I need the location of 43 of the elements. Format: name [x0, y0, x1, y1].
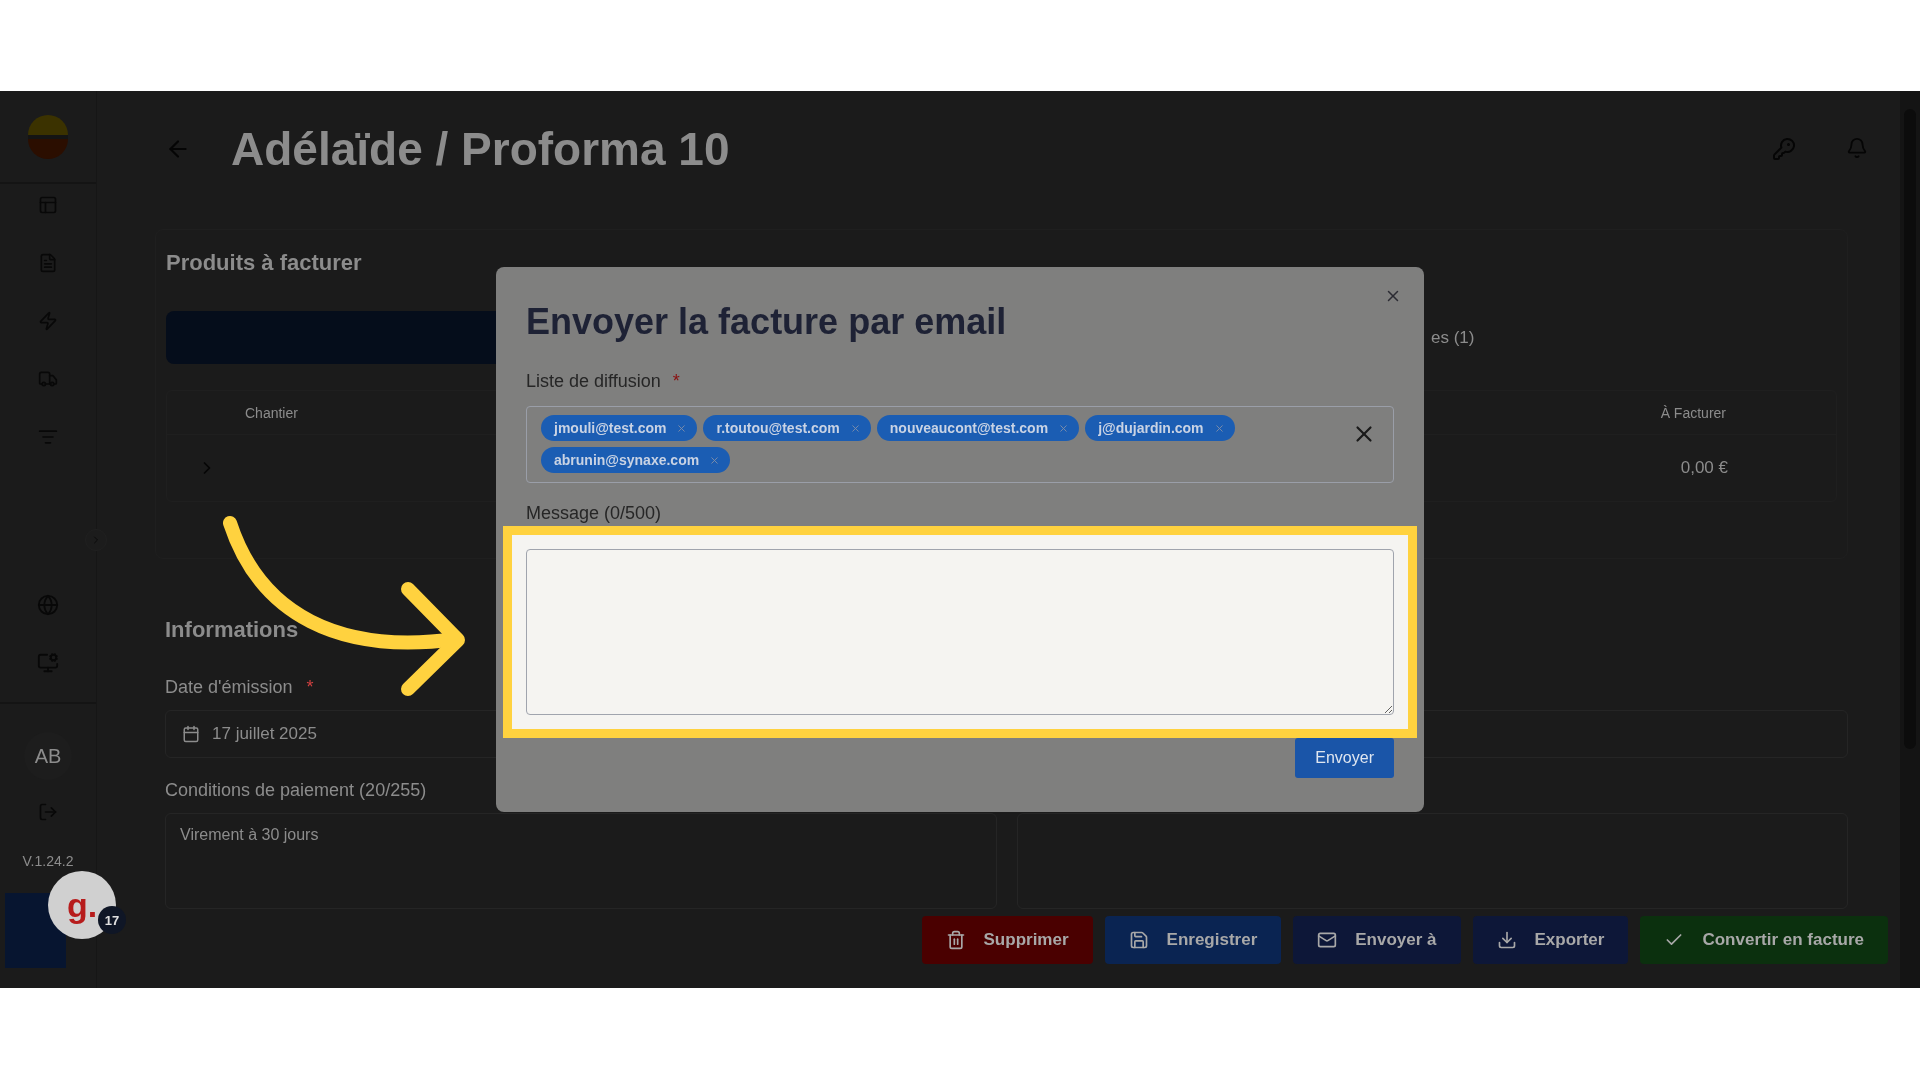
scrollbar[interactable] [1900, 91, 1920, 988]
action-button[interactable]: Envoyer à [1293, 916, 1461, 964]
dialog-title: Envoyer la facture par email [526, 301, 1008, 343]
remove-icon[interactable] [1058, 422, 1070, 434]
export-icon [1496, 930, 1517, 950]
required-mark: * [306, 677, 314, 698]
email-tag[interactable]: abrunin@synaxe.com [541, 447, 731, 473]
field-label: Liste de diffusion [526, 371, 661, 392]
email-tag[interactable]: r.toutou@test.com [703, 415, 871, 441]
section-heading: Informations [165, 617, 300, 643]
calendar-icon [182, 725, 200, 743]
action-button[interactable]: Enregistrer [1104, 916, 1282, 964]
column-header: À Facturer [1660, 404, 1726, 421]
save-icon [1128, 930, 1149, 950]
section-heading: Produits à facturer [166, 250, 363, 276]
date-value: 17 juillet 2025 [212, 724, 317, 744]
email-tag[interactable]: jmouli@test.com [541, 415, 698, 441]
field-label: Date d'émission [165, 677, 293, 698]
delete-icon [945, 930, 966, 950]
action-button[interactable]: Supprimer [921, 916, 1093, 964]
version-text: V.1.24.2 [22, 853, 74, 869]
action-button[interactable]: Exporter [1472, 916, 1629, 964]
remove-icon[interactable] [709, 454, 721, 466]
email-tag[interactable]: j@dujardin.com [1085, 415, 1235, 441]
notification-badge: 17 [98, 906, 126, 934]
payment-terms-field[interactable]: Virement à 30 jours [165, 813, 997, 909]
send-icon [1317, 930, 1338, 950]
field-label: Conditions de paiement (20/255) [165, 780, 427, 801]
tab-label[interactable]: es (1) [1431, 327, 1475, 348]
amount-cell: 0,00 € [1680, 458, 1728, 478]
text-area[interactable] [1016, 813, 1848, 909]
remove-icon[interactable] [676, 422, 688, 434]
field-label: Message (0/500) [526, 503, 663, 524]
recipients-field[interactable]: jmouli@test.com r.toutou@test.com nouveaucont@test.com j@dujardin.com abrunin@synaxe.com [526, 406, 1394, 483]
remove-icon[interactable] [849, 422, 861, 434]
page-title: Adélaïde / Proforma 10 [231, 122, 731, 176]
required-mark: * [672, 371, 680, 392]
send-button[interactable]: Envoyer [1295, 738, 1394, 778]
action-button[interactable]: Convertir en facture [1640, 916, 1888, 964]
remove-icon[interactable] [1213, 422, 1225, 434]
email-tag[interactable]: nouveaucont@test.com [876, 415, 1080, 441]
message-field[interactable] [526, 549, 1394, 715]
column-header: Chantier [245, 404, 298, 421]
